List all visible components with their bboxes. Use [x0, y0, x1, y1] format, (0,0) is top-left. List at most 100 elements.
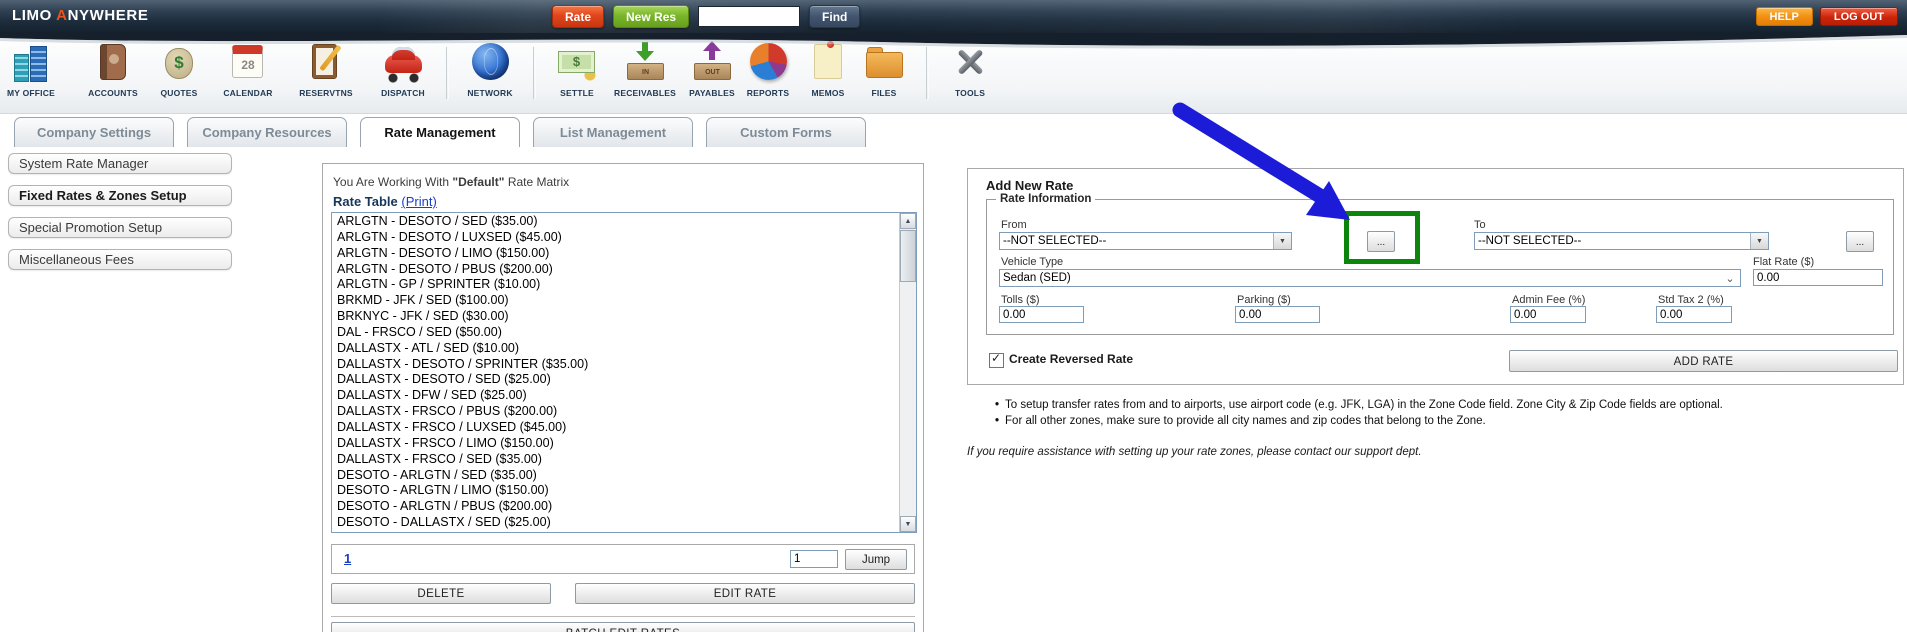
sidebar-item-miscellaneous-fees[interactable]: Miscellaneous Fees [8, 249, 232, 270]
add-new-rate-panel: Add New Rate Rate Information From --NOT… [967, 168, 1904, 385]
toolbar-item-network[interactable]: NETWORK [446, 39, 518, 99]
tab-company-resources[interactable]: Company Resources [187, 117, 347, 147]
rate-list-item[interactable]: DALLASTX - DESOTO / SED ($25.00) [332, 372, 899, 388]
parking-input[interactable] [1235, 306, 1320, 323]
tab-company-settings[interactable]: Company Settings [14, 117, 174, 147]
toolbar-item-label: SETTLE [560, 88, 594, 98]
rate-list-item[interactable]: ARLGTN - DESOTO / LIMO ($150.00) [332, 246, 899, 262]
sidebar-item-special-promotion-setup[interactable]: Special Promotion Setup [8, 217, 232, 238]
admin-fee-label: Admin Fee (%) [1512, 294, 1586, 306]
rate-list-item[interactable]: ARLGTN - DESOTO / SED ($35.00) [332, 214, 899, 230]
logo-caret-icon: A [56, 7, 68, 24]
find-button[interactable]: Find [809, 5, 861, 28]
toolbar-item-reservtns[interactable]: RESERVTNS [298, 39, 354, 98]
edit-rate-button[interactable]: EDIT RATE [575, 583, 915, 604]
memo-icon [806, 39, 850, 85]
toolbar-item-settle[interactable]: SETTLE [533, 39, 605, 99]
delete-button[interactable]: DELETE [331, 583, 551, 604]
toolbar-item-quotes[interactable]: QUOTES [151, 39, 207, 98]
std-tax-2-input[interactable] [1656, 306, 1732, 323]
dropdown-arrow-icon[interactable]: ▼ [1273, 233, 1291, 249]
scroll-down-icon[interactable]: ▼ [900, 516, 916, 532]
toolbar-item-label: DISPATCH [381, 88, 425, 98]
top-navigation-bar: LIMO ANYWHERE Rate New Res Find HELP LOG… [0, 0, 1907, 33]
toolbar-item-dispatch[interactable]: DISPATCH [375, 39, 431, 98]
create-reversed-rate-label: Create Reversed Rate [1009, 352, 1134, 366]
admin-fee-input[interactable] [1510, 306, 1586, 323]
rate-list-item[interactable]: BRKNYC - JFK / SED ($30.00) [332, 309, 899, 325]
logout-button[interactable]: LOG OUT [1819, 7, 1898, 26]
jump-page-input[interactable] [790, 550, 838, 568]
rate-list-item[interactable]: ARLGTN - DESOTO / LUXSED ($45.00) [332, 230, 899, 246]
listbox-scrollbar[interactable]: ▲ ▼ [899, 213, 916, 532]
pie-icon [746, 39, 790, 85]
rate-list-item[interactable]: DALLASTX - FRSCO / LUXSED ($45.00) [332, 420, 899, 436]
rate-list-item[interactable]: DALLASTX - DFW / SED ($25.00) [332, 388, 899, 404]
print-link[interactable]: (Print) [401, 194, 436, 209]
tab-label: Custom Forms [740, 125, 832, 140]
toolbar-item-accounts[interactable]: ACCOUNTS [85, 39, 141, 98]
rate-list-item[interactable]: DALLASTX - DESOTO / SPRINTER ($35.00) [332, 357, 899, 373]
rate-table-listbox[interactable]: ARLGTN - DESOTO / SED ($35.00) ARLGTN - D… [331, 212, 917, 533]
new-res-button[interactable]: New Res [613, 5, 690, 28]
globe-icon [468, 39, 512, 85]
toolbar-item-label: QUOTES [160, 88, 198, 98]
rate-list-item[interactable]: DALLASTX - FRSCO / PBUS ($200.00) [332, 404, 899, 420]
rate-list-item[interactable]: DESOTO - ARLGTN / SED ($35.00) [332, 468, 899, 484]
matrix-name: "Default" [452, 175, 505, 189]
help-button[interactable]: HELP [1755, 7, 1813, 26]
tolls-input[interactable] [999, 306, 1084, 323]
vehicle-type-select[interactable]: Sedan (SED) ⌄ [999, 269, 1741, 287]
scroll-up-icon[interactable]: ▲ [900, 213, 916, 229]
toolbar-item-label: RESERVTNS [299, 88, 353, 98]
toolbar-item-files[interactable]: FILES [856, 39, 912, 98]
toolbar-item-my-office[interactable]: MY OFFICE [3, 39, 59, 98]
toolbar-item-reports[interactable]: REPORTS [740, 39, 796, 98]
rate-list-item[interactable]: BRKMD - JFK / SED ($100.00) [332, 293, 899, 309]
jump-button[interactable]: Jump [845, 549, 907, 570]
tab-custom-forms[interactable]: Custom Forms [706, 117, 866, 147]
to-select[interactable]: --NOT SELECTED-- ▼ [1474, 232, 1769, 250]
logo-text: LIMO [12, 7, 52, 24]
rate-button[interactable]: Rate [552, 5, 605, 28]
from-label: From [1001, 219, 1027, 231]
rate-table-title: Rate Table (Print) [333, 194, 437, 209]
scrollbar-thumb[interactable] [900, 230, 916, 282]
main-toolbar: MY OFFICE ACCOUNTS QUOTES CALENDAR RESER… [0, 33, 1907, 114]
dropdown-arrow-icon[interactable]: ▼ [1750, 233, 1768, 249]
batch-edit-rates-button[interactable]: BATCH EDIT RATES [331, 622, 915, 632]
to-select-value: --NOT SELECTED-- [1478, 235, 1582, 247]
to-zone-browse-button[interactable]: ... [1846, 231, 1874, 252]
rate-list-item[interactable]: ARLGTN - GP / SPRINTER ($10.00) [332, 277, 899, 293]
rate-list-item[interactable]: DALLASTX - FRSCO / SED ($35.00) [332, 452, 899, 468]
from-select[interactable]: --NOT SELECTED-- ▼ [999, 232, 1292, 250]
sidebar-item-system-rate-manager[interactable]: System Rate Manager [8, 153, 232, 174]
create-reversed-rate-checkbox[interactable] [989, 351, 1004, 368]
rate-list-item[interactable]: ARLGTN - DESOTO / PBUS ($200.00) [332, 262, 899, 278]
toolbar-item-receivables[interactable]: RECEIVABLES [614, 39, 676, 98]
office-icon [9, 39, 53, 85]
tolls-label: Tolls ($) [1001, 294, 1040, 306]
rate-list-item[interactable]: DESOTO - ARLGTN / LIMO ($150.00) [332, 483, 899, 499]
flat-rate-input[interactable] [1753, 269, 1883, 286]
rate-list-item[interactable]: DAL - FRSCO / SED ($50.00) [332, 325, 899, 341]
toolbar-item-tools[interactable]: TOOLS [926, 39, 998, 99]
tab-rate-management[interactable]: Rate Management [360, 117, 520, 147]
tab-list-management[interactable]: List Management [533, 117, 693, 147]
toolbar-item-memos[interactable]: MEMOS [800, 39, 856, 98]
rate-list-item[interactable]: DESOTO - ARLGTN / PBUS ($200.00) [332, 499, 899, 515]
rate-list-item[interactable]: DESOTO - DALLASTX / SED ($25.00) [332, 515, 899, 531]
toolbar-item-calendar[interactable]: CALENDAR [220, 39, 276, 98]
rate-list-item[interactable]: DALLASTX - ATL / SED ($10.00) [332, 341, 899, 357]
rate-list-item[interactable]: DALLASTX - FRSCO / LIMO ($150.00) [332, 436, 899, 452]
setup-notes: To setup transfer rates from and to airp… [995, 399, 1723, 431]
toolbar-item-label: TOOLS [954, 88, 986, 98]
cash-icon [555, 39, 599, 85]
top-search-input[interactable] [698, 6, 801, 27]
add-rate-button[interactable]: ADD RATE [1509, 350, 1898, 372]
car-icon [381, 39, 425, 85]
toolbar-item-payables[interactable]: PAYABLES [684, 39, 740, 98]
sidebar-item-fixed-rates-zones-setup[interactable]: Fixed Rates & Zones Setup [8, 185, 232, 206]
toolbar-item-label: NETWORK [467, 88, 513, 98]
page-1-link[interactable]: 1 [344, 551, 351, 566]
